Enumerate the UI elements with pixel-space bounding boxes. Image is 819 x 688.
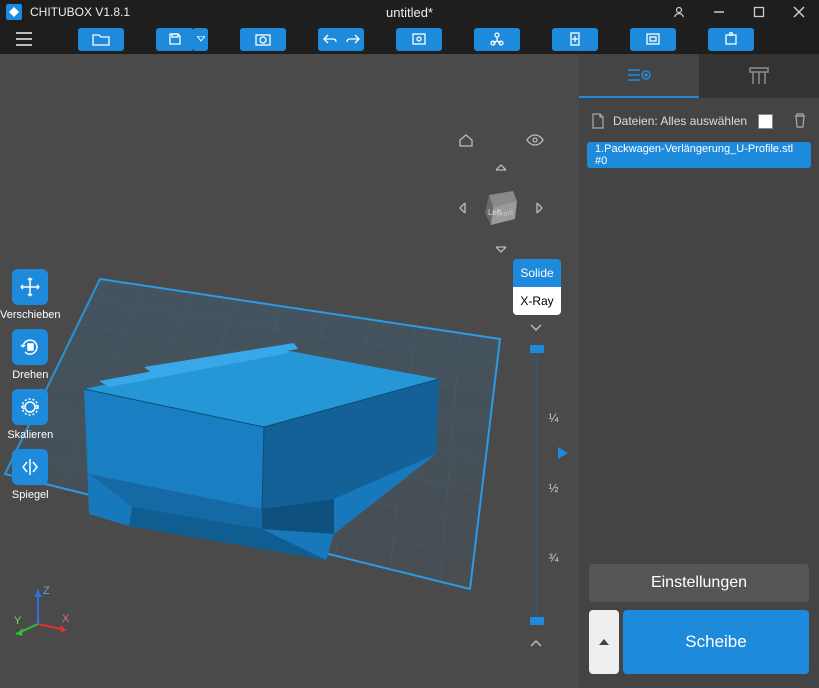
undo-button[interactable] [318, 28, 341, 51]
supports-button[interactable] [474, 28, 520, 51]
save-dropdown[interactable] [194, 28, 208, 51]
eye-icon[interactable] [522, 130, 548, 153]
box-button[interactable] [396, 28, 442, 51]
delete-icon[interactable] [793, 112, 807, 131]
redo-button[interactable] [341, 28, 364, 51]
play-icon[interactable] [558, 447, 568, 462]
slider-down-icon[interactable] [526, 631, 546, 654]
minimize-icon[interactable] [699, 0, 739, 24]
open-button[interactable] [78, 28, 124, 51]
files-label: Dateien: Alles auswählen [613, 114, 750, 128]
home-icon[interactable] [454, 129, 478, 154]
app-logo-icon [6, 4, 22, 20]
mode-xray[interactable]: X-Ray [513, 287, 561, 315]
document-title: untitled* [386, 5, 433, 20]
maximize-icon[interactable] [739, 0, 779, 24]
user-icon[interactable] [659, 0, 699, 24]
layer-slider: ¼ ½ ¾ [526, 316, 546, 654]
model-3d[interactable] [74, 299, 454, 569]
toolbar [0, 24, 819, 54]
file-list-header: Dateien: Alles auswählen [579, 104, 819, 138]
axis-gizmo: X Y Z [12, 582, 72, 642]
view-navigator: Left Front [453, 129, 549, 262]
tab-supports[interactable] [699, 54, 819, 98]
svg-text:Y: Y [14, 615, 22, 627]
nav-down-icon[interactable] [490, 239, 512, 262]
move-tool[interactable] [12, 269, 48, 305]
side-panel: Dateien: Alles auswählen 1.Packwagen-Ver… [579, 54, 819, 688]
nav-left-icon[interactable] [453, 197, 471, 222]
close-icon[interactable] [779, 0, 819, 24]
add-button[interactable] [552, 28, 598, 51]
screenshot-button[interactable] [240, 28, 286, 51]
slider-mark-q2: ½ [549, 481, 559, 495]
hollow-button[interactable] [630, 28, 676, 51]
slider-handle-top[interactable] [530, 345, 544, 353]
slider-up-icon[interactable] [526, 316, 546, 339]
view-mode-toggle: Solide X-Ray [513, 259, 561, 315]
mirror-tool[interactable] [12, 449, 48, 485]
orientation-cube[interactable]: Left Front [477, 185, 525, 233]
titlebar: CHITUBOX V1.8.1 untitled* [0, 0, 819, 24]
move-label: Verschieben [0, 309, 61, 321]
slider-handle-bottom[interactable] [530, 617, 544, 625]
mirror-label: Spiegel [12, 489, 49, 501]
select-all-checkbox[interactable] [758, 114, 773, 129]
app-title: CHITUBOX V1.8.1 [30, 5, 130, 19]
slice-button[interactable]: Scheibe [623, 610, 809, 674]
menu-button[interactable] [10, 26, 38, 52]
transform-tools: Verschieben Drehen Skalieren Spiegel [0, 269, 61, 501]
rotate-tool[interactable] [12, 329, 48, 365]
slider-mark-q3: ¾ [549, 551, 559, 565]
svg-text:Z: Z [43, 585, 50, 597]
nav-right-icon[interactable] [531, 197, 549, 222]
slider-mark-q1: ¼ [549, 411, 559, 425]
settings-button[interactable]: Einstellungen [589, 564, 809, 602]
rotate-label: Drehen [12, 369, 48, 381]
viewport-3d[interactable]: Verschieben Drehen Skalieren Spiegel [0, 54, 579, 688]
scale-label: Skalieren [7, 429, 53, 441]
save-button[interactable] [156, 28, 194, 51]
nav-up-icon[interactable] [490, 156, 512, 179]
scale-tool[interactable] [12, 389, 48, 425]
tab-settings[interactable] [579, 54, 699, 98]
slice-dropdown[interactable] [589, 610, 619, 674]
mode-solid[interactable]: Solide [513, 259, 561, 287]
slider-track[interactable]: ¼ ½ ¾ [535, 345, 538, 625]
file-icon [591, 113, 605, 129]
file-list-item[interactable]: 1.Packwagen-Verlängerung_U-Profile.stl #… [587, 142, 811, 168]
svg-text:X: X [62, 613, 70, 625]
dig-hole-button[interactable] [708, 28, 754, 51]
